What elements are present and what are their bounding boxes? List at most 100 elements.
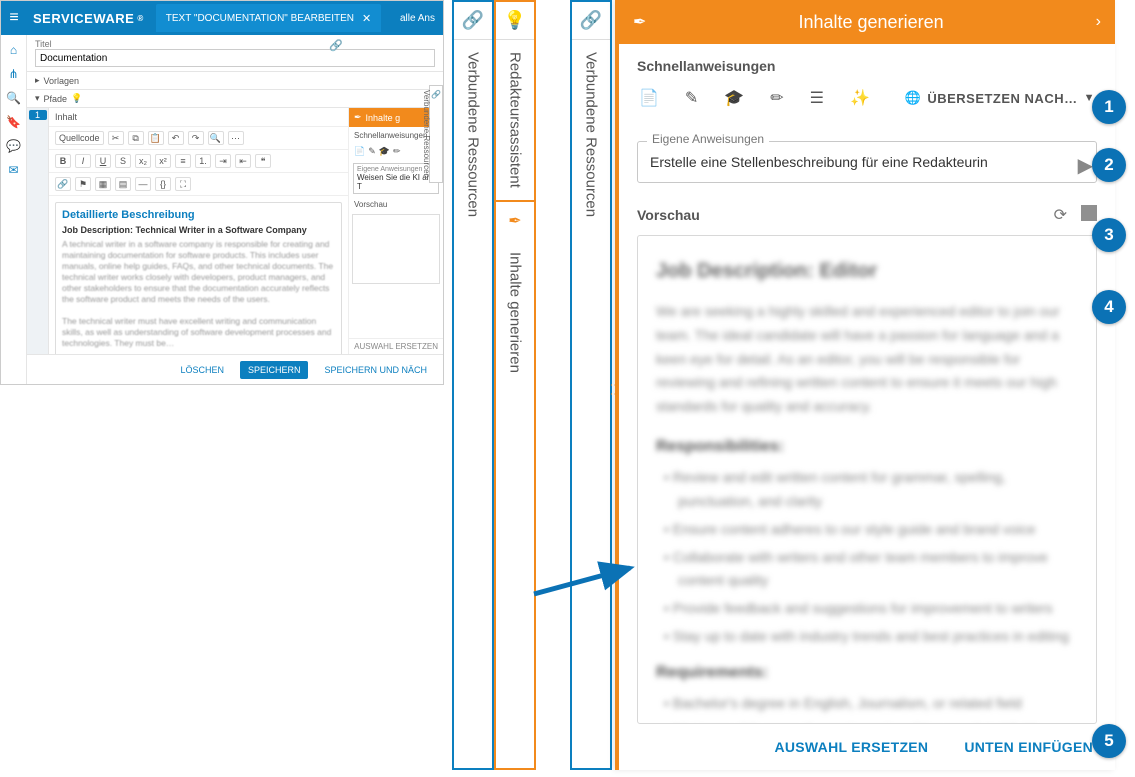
global-search[interactable]: alle Ans — [400, 13, 443, 24]
replace-selection-button[interactable]: AUSWAHL ERSETZEN — [774, 739, 928, 755]
mini-footer[interactable]: AUSWAHL ERSETZEN — [349, 338, 443, 354]
magic-icon[interactable]: ✨ — [850, 88, 870, 108]
preview-paragraph: We are seeking a highly skilled and expe… — [656, 300, 1078, 419]
title-input[interactable] — [35, 49, 435, 67]
delete-button[interactable]: LÖSCHEN — [172, 361, 232, 379]
tb-expand[interactable]: ⛶ — [175, 177, 191, 191]
collapse-icon[interactable]: › — [1096, 13, 1101, 31]
tb-list[interactable]: ≡ — [175, 154, 191, 168]
preview-title: Job Description: Editor — [656, 254, 1078, 288]
brand-logo: SERVICEWARE® — [27, 11, 150, 26]
tb-more1[interactable]: ⋯ — [228, 131, 244, 145]
doc-icon[interactable]: 📄 — [639, 88, 659, 108]
bookmark-icon[interactable]: 🔖 — [6, 115, 21, 129]
tb-sub[interactable]: x₂ — [135, 154, 151, 168]
link-icon: 🔗 — [572, 2, 610, 40]
callout-badge-1: 1 — [1092, 90, 1126, 124]
editor-toolbar-2: BIUSx₂ x² ≡ 1. ⇥ ⇤ ❝ — [49, 150, 348, 173]
tb-outdent[interactable]: ⇤ — [235, 154, 251, 168]
panel-footer: AUSWAHL ERSETZEN UNTEN EINFÜGEN — [619, 724, 1115, 770]
home-icon[interactable]: ⌂ — [10, 43, 17, 57]
editor-toolbar: Quellcode ✂ ⧉ 📋 ↶ ↷ 🔍 ⋯ — [49, 127, 348, 150]
translate-dropdown[interactable]: 🌐 ÜBERSETZEN NACH… ▼ — [905, 90, 1095, 106]
bulb-icon: 💡 — [496, 2, 534, 40]
graph-icon[interactable]: ⋔ — [8, 67, 18, 81]
source-toggle[interactable]: Quellcode — [55, 131, 104, 145]
preview-content: Job Description: Editor We are seeking a… — [637, 235, 1097, 724]
content-editor: Inhalt Quellcode ✂⧉📋↶↷🔍⋯ BIUSx₂x²≡1.⇥⇤❝ … — [49, 108, 348, 354]
tb-numlist[interactable]: 1. — [195, 154, 211, 168]
tb-quote[interactable]: ❝ — [255, 154, 271, 168]
stop-icon[interactable] — [1081, 205, 1097, 221]
graduate-icon[interactable]: 🎓 — [724, 88, 744, 108]
menu-icon[interactable]: ≡ — [1, 9, 27, 27]
tb-indent[interactable]: ⇥ — [215, 154, 231, 168]
tb-italic[interactable]: I — [75, 154, 91, 168]
tb-sup[interactable]: x² — [155, 154, 171, 168]
content-card: Detaillierte Beschreibung Job Descriptio… — [55, 202, 342, 354]
tb-strike[interactable]: S — [115, 154, 131, 168]
save-button[interactable]: SPEICHERN — [240, 361, 309, 379]
insert-below-button[interactable]: UNTEN EINFÜGEN — [964, 739, 1093, 755]
connected-resources-tab-2[interactable]: 🔗 Verbundene Ressourcen — [570, 0, 612, 770]
list-icon[interactable]: ☰ — [810, 88, 824, 108]
tb-table[interactable]: ▤ — [115, 177, 131, 191]
pen-icon: ✒ — [496, 202, 534, 240]
save-next-button[interactable]: SPEICHERN UND NÄCH — [316, 361, 435, 379]
preview-list-2: Bachelor's degree in English, Journalism… — [656, 692, 1078, 724]
pencil-icon[interactable]: ✏ — [770, 88, 783, 108]
assistant-generate-tab[interactable]: 💡 Redakteursassistent ✒ Inhalte generier… — [494, 0, 536, 770]
mini-icon-edit[interactable]: ✎ — [368, 146, 376, 157]
own-instructions-input[interactable]: Erstelle eine Stellenbeschreibung für ei… — [637, 141, 1097, 183]
tb-find[interactable]: 🔍 — [208, 131, 224, 145]
mini-preview-label: Vorschau — [349, 198, 443, 211]
preview-list-1: Review and edit written content for gram… — [656, 466, 1078, 649]
tb-hr[interactable]: — — [135, 177, 151, 191]
card-heading: Detaillierte Beschreibung — [62, 209, 335, 221]
panel-header: ✒ Inhalte generieren › — [619, 0, 1115, 44]
tb-code[interactable]: {} — [155, 177, 171, 191]
callout-badge-5: 5 — [1092, 724, 1126, 758]
mail-icon[interactable]: ✉ — [8, 163, 18, 177]
list-item: Ensure content adheres to our style guid… — [678, 518, 1078, 542]
globe-icon: 🌐 — [905, 90, 922, 106]
mini-icon-pencil[interactable]: ✏ — [393, 146, 401, 157]
tb-underline[interactable]: U — [95, 154, 111, 168]
own-instructions-label: Eigene Anweisungen — [647, 132, 769, 146]
tb-image[interactable]: ▦ — [95, 177, 111, 191]
editor-tab[interactable]: TEXT "DOCUMENTATION" BEARBEITEN ✕ — [156, 4, 381, 32]
templates-section[interactable]: ▸ Vorlagen — [27, 72, 443, 89]
tb-flag[interactable]: ⚑ — [75, 177, 91, 191]
mini-preview-box — [352, 214, 440, 284]
callout-badge-2: 2 — [1092, 148, 1126, 182]
search-icon[interactable]: 🔍 — [6, 91, 21, 105]
card-body: A technical writer in a software company… — [62, 239, 335, 349]
link-icon: 🔗 — [454, 2, 492, 40]
preview-subhead-1: Responsibilities: — [656, 433, 1078, 460]
tb-cut[interactable]: ✂ — [108, 131, 124, 145]
mini-icon-doc[interactable]: 📄 — [354, 146, 365, 157]
generate-content-panel: ✒ Inhalte generieren › Schnellanweisunge… — [615, 0, 1115, 770]
chat-icon[interactable]: 💬 — [6, 139, 21, 153]
close-icon[interactable]: ✕ — [362, 12, 371, 25]
tab-title: TEXT "DOCUMENTATION" BEARBEITEN — [166, 13, 354, 24]
tb-undo[interactable]: ↶ — [168, 131, 184, 145]
link-icon[interactable]: 🔗 — [329, 39, 343, 52]
tb-link[interactable]: 🔗 — [55, 177, 71, 191]
mini-connected-tab[interactable]: 🔗 Verbundene Ressourcen — [429, 85, 443, 183]
left-nav: ⌂ ⋔ 🔍 🔖 💬 ✉ — [1, 35, 27, 384]
editor-gutter: 1 — [27, 108, 49, 354]
editor-footer: LÖSCHEN SPEICHERN SPEICHERN UND NÄCH — [27, 354, 443, 384]
panel-title: Inhalte generieren — [646, 12, 1095, 33]
editor-toolbar-3: 🔗 ⚑ ▦ ▤ — {} ⛶ — [49, 173, 348, 196]
edit-icon[interactable]: ✎ — [685, 88, 698, 108]
paths-section[interactable]: ▾ Pfade 💡 — [27, 90, 443, 107]
refresh-icon[interactable]: ⟳ — [1054, 205, 1067, 225]
mini-icon-grad[interactable]: 🎓 — [379, 146, 390, 157]
tb-bold[interactable]: B — [55, 154, 71, 168]
tb-redo[interactable]: ↷ — [188, 131, 204, 145]
connected-resources-tab-1[interactable]: 🔗 Verbundene Ressourcen — [452, 0, 494, 770]
tb-copy[interactable]: ⧉ — [128, 131, 144, 145]
list-item: Provide feedback and suggestions for imp… — [678, 597, 1078, 621]
tb-paste[interactable]: 📋 — [148, 131, 164, 145]
